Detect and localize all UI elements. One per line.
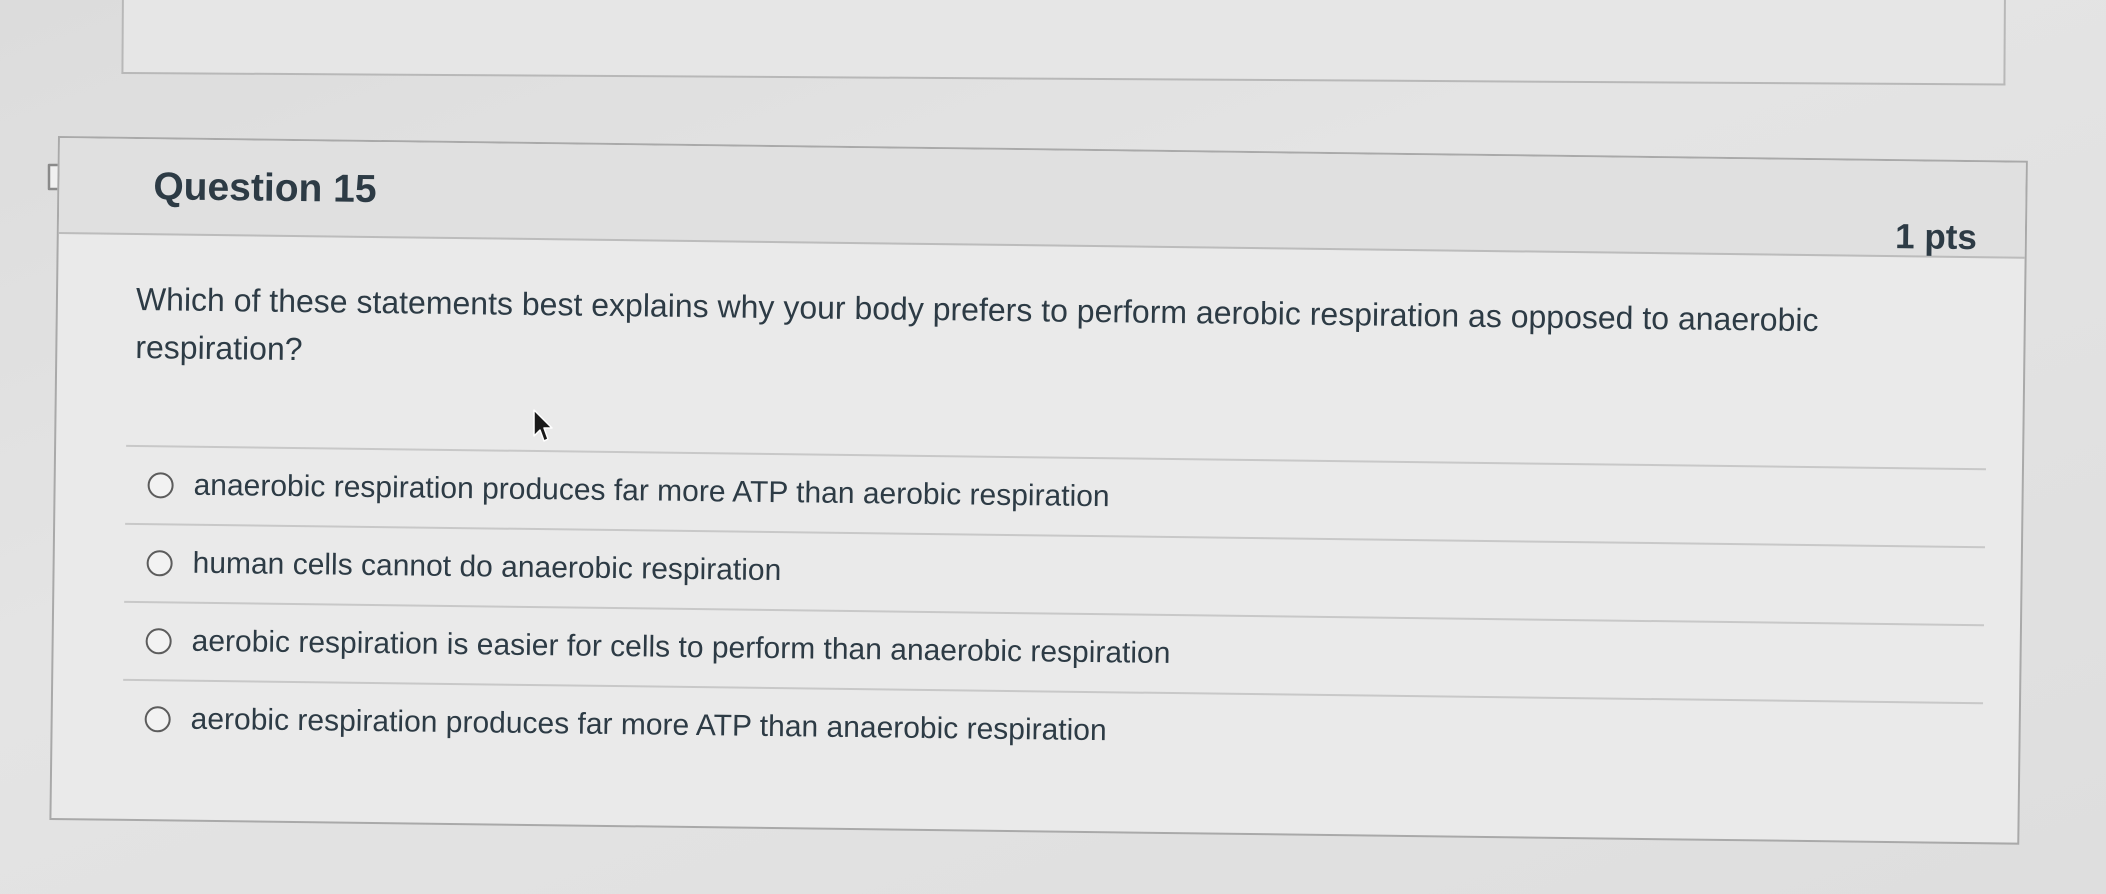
question-card: Question 15 1 pts Which of these stateme… [49, 136, 2028, 845]
answer-list: anaerobic respiration produces far more … [122, 444, 1986, 781]
question-header: Question 15 1 pts [58, 138, 2026, 259]
previous-question-card [121, 0, 2006, 86]
radio-button[interactable] [145, 628, 172, 655]
answer-label[interactable]: aerobic respiration produces far more AT… [190, 703, 1106, 749]
answer-label[interactable]: human cells cannot do anaerobic respirat… [192, 547, 781, 588]
mouse-pointer-icon [533, 409, 553, 442]
question-title: Question 15 [153, 165, 377, 212]
answer-label[interactable]: aerobic respiration is easier for cells … [191, 625, 1170, 671]
question-points: 1 pts [1894, 217, 1978, 258]
radio-button[interactable] [144, 706, 171, 733]
answer-label[interactable]: anaerobic respiration produces far more … [193, 469, 1109, 515]
radio-button[interactable] [146, 550, 173, 577]
radio-button[interactable] [147, 472, 174, 499]
question-text: Which of these statements best explains … [135, 280, 1819, 368]
